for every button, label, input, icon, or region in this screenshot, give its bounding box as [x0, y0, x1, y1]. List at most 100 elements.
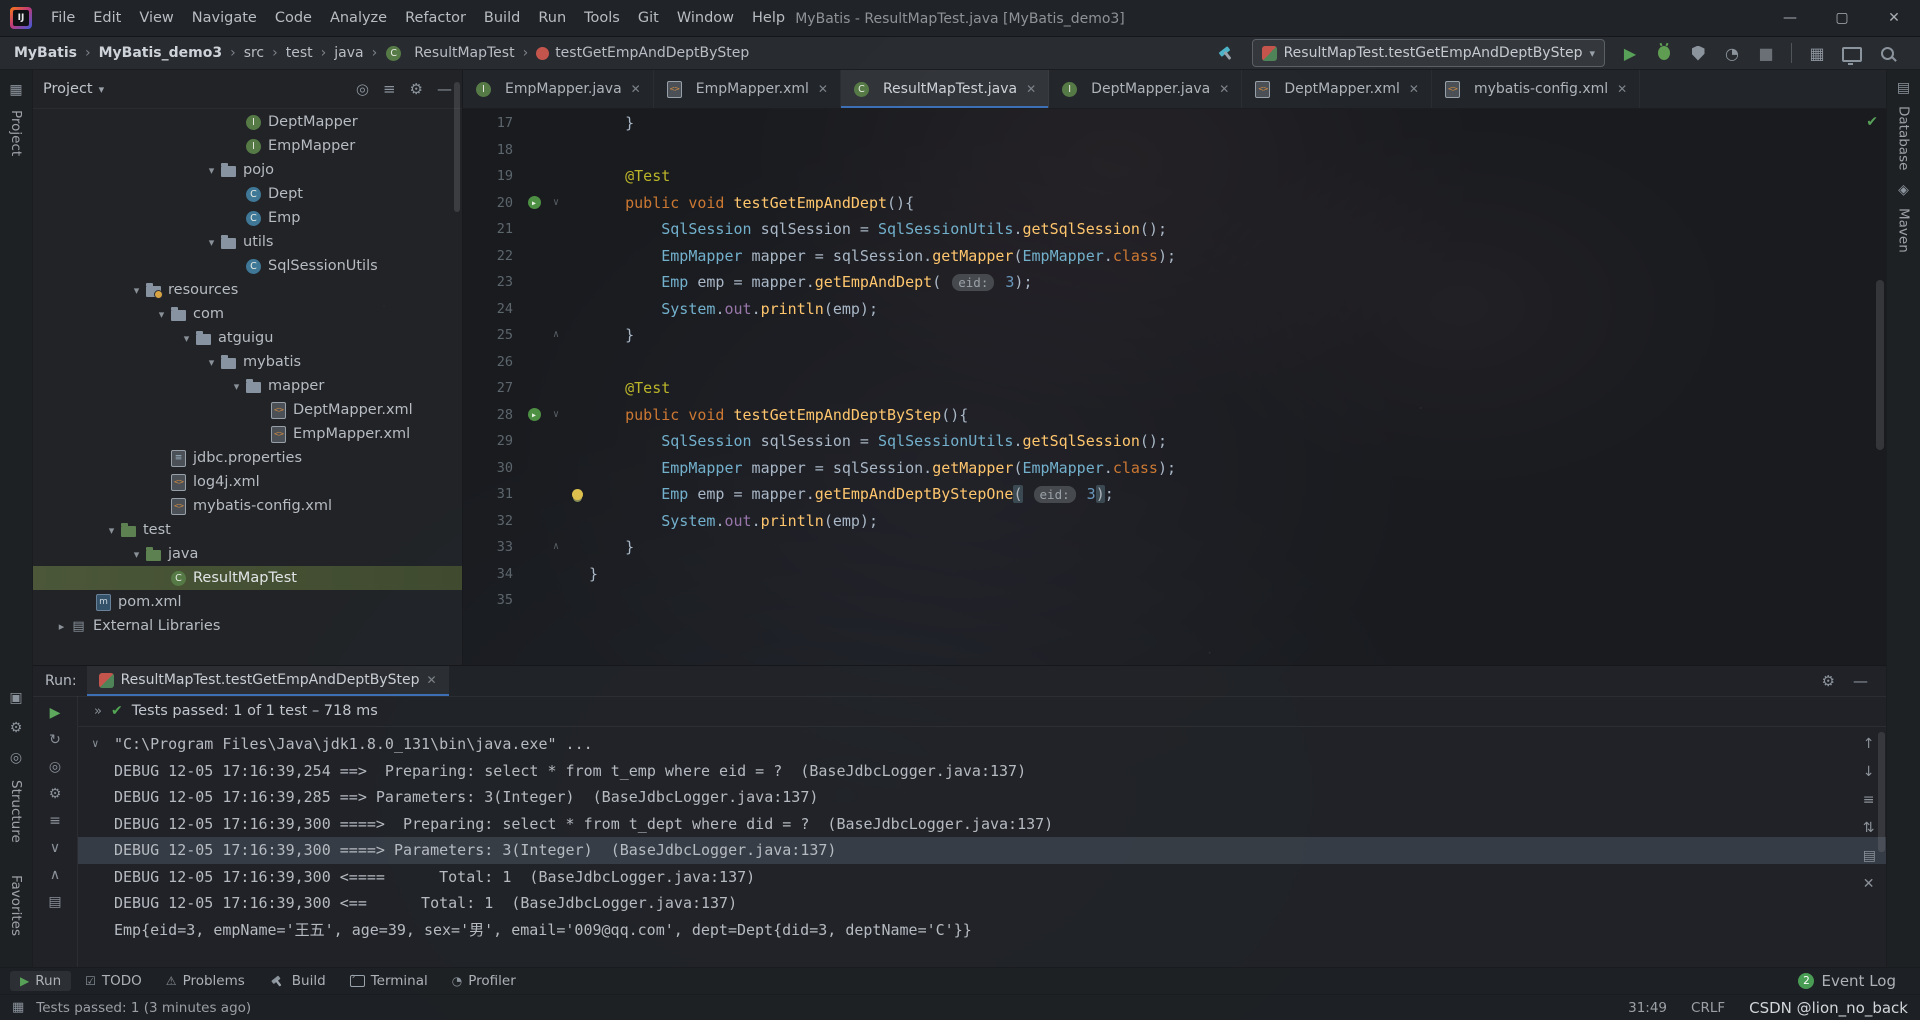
- code-line[interactable]: 23 Emp emp = mapper.getEmpAndDept( eid: …: [463, 269, 1886, 296]
- console-line[interactable]: DEBUG 12-05 17:16:39,300 <== Total: 1 (B…: [78, 890, 1886, 917]
- menu-item-view[interactable]: View: [130, 0, 182, 36]
- close-icon[interactable]: ✕: [1617, 82, 1627, 96]
- menu-item-code[interactable]: Code: [266, 0, 321, 36]
- project-toolwindow-icon[interactable]: ▦: [9, 82, 22, 98]
- close-icon[interactable]: ✕: [426, 673, 436, 687]
- scroll-to-end-button[interactable]: ↓: [1863, 764, 1876, 780]
- database-toolwindow-icon[interactable]: ▤: [1897, 80, 1910, 96]
- chevron-right-icon[interactable]: ▸: [53, 620, 70, 633]
- close-icon[interactable]: ✕: [631, 82, 641, 96]
- chevron-down-icon[interactable]: ▾: [178, 332, 195, 345]
- code-line[interactable]: 33∧ }: [463, 534, 1886, 561]
- menu-item-git[interactable]: Git: [629, 0, 668, 36]
- gear-icon[interactable]: ⚙: [1822, 672, 1835, 690]
- menu-item-analyze[interactable]: Analyze: [321, 0, 396, 36]
- snapshot-toolwindow-icon[interactable]: ◎: [10, 750, 22, 766]
- search-icon[interactable]: [1878, 43, 1896, 63]
- line-ending[interactable]: CRLF: [1691, 1000, 1725, 1016]
- clear-console-button[interactable]: ✕: [1863, 876, 1876, 892]
- code-line[interactable]: 20▶∨ public void testGetEmpAndDept(){: [463, 190, 1886, 217]
- run-test-gutter-icon[interactable]: ▶: [521, 190, 547, 217]
- tree-item-atguigu[interactable]: ▾atguigu: [33, 326, 462, 350]
- tree-item-pom-xml[interactable]: pom.xml: [33, 590, 462, 614]
- pin-tab-button[interactable]: ▤: [48, 893, 61, 911]
- code-line[interactable]: 29 SqlSession sqlSession = SqlSessionUti…: [463, 428, 1886, 455]
- tree-item-emp[interactable]: CEmp: [33, 206, 462, 230]
- profiler-button[interactable]: ◔: [1723, 43, 1741, 63]
- console-line[interactable]: DEBUG 12-05 17:16:39,300 ====> Preparing…: [78, 811, 1886, 838]
- code-line[interactable]: 27 @Test: [463, 375, 1886, 402]
- tab-empmapper-java[interactable]: IEmpMapper.java✕: [463, 70, 654, 108]
- fold-marker-icon[interactable]: ∧: [547, 322, 565, 349]
- print-button[interactable]: ▤: [1863, 848, 1876, 864]
- expand-all-button[interactable]: ∨: [50, 839, 60, 857]
- breadcrumb-item-java[interactable]: java: [334, 45, 363, 61]
- code-line[interactable]: 22 EmpMapper mapper = sqlSession.getMapp…: [463, 243, 1886, 270]
- fold-marker-icon[interactable]: ∧: [547, 534, 565, 561]
- coverage-button[interactable]: [1689, 43, 1707, 63]
- tree-item-dept[interactable]: CDept: [33, 182, 462, 206]
- toolwindow-button-problems[interactable]: ⚠Problems: [156, 971, 255, 991]
- tab-resultmaptest-java[interactable]: CResultMapTest.java✕: [841, 70, 1049, 108]
- scroll-tracking-button[interactable]: ⇅: [1863, 820, 1876, 836]
- project-panel-title[interactable]: Project ▾: [43, 81, 104, 97]
- scroll-to-top-button[interactable]: ↑: [1863, 736, 1876, 752]
- breadcrumb-item-resultmaptest[interactable]: CResultMapTest: [385, 45, 514, 61]
- code-line[interactable]: 19 @Test: [463, 163, 1886, 190]
- menu-item-help[interactable]: Help: [743, 0, 794, 36]
- run-tab[interactable]: ResultMapTest.testGetEmpAndDeptByStep ✕: [87, 666, 449, 696]
- sort-tests-button[interactable]: ≡: [49, 812, 61, 830]
- commit-toolwindow-icon[interactable]: ▣: [9, 690, 22, 706]
- toolwindow-button-build[interactable]: Build: [259, 971, 336, 991]
- caret-position[interactable]: 31:49: [1628, 1000, 1667, 1016]
- minimize-panel-icon[interactable]: —: [1853, 672, 1868, 690]
- menu-item-tools[interactable]: Tools: [575, 0, 629, 36]
- minimize-button[interactable]: —: [1764, 0, 1816, 36]
- close-icon[interactable]: ✕: [1026, 82, 1036, 96]
- breadcrumb-item-src[interactable]: src: [244, 45, 264, 61]
- tree-item-mybatis[interactable]: ▾mybatis: [33, 350, 462, 374]
- tree-item-mapper[interactable]: ▾mapper: [33, 374, 462, 398]
- breadcrumb-item-testgetempanddeptbystep[interactable]: testGetEmpAndDeptByStep: [536, 45, 749, 61]
- console-scrollbar[interactable]: [1878, 732, 1885, 852]
- run-config-selector[interactable]: ResultMapTest.testGetEmpAndDeptByStep ▾: [1252, 39, 1605, 67]
- menu-item-window[interactable]: Window: [668, 0, 743, 36]
- breadcrumb-item-test[interactable]: test: [286, 45, 313, 61]
- collapse-all-icon[interactable]: ≡: [383, 80, 396, 98]
- sidebar-item-maven[interactable]: Maven: [1896, 208, 1912, 253]
- close-icon[interactable]: ✕: [818, 82, 828, 96]
- collapse-all-button[interactable]: ∧: [50, 866, 60, 884]
- layout-grid-icon[interactable]: ▦: [1808, 43, 1826, 63]
- tree-item-com[interactable]: ▾com: [33, 302, 462, 326]
- tree-item-test[interactable]: ▾test: [33, 518, 462, 542]
- tree-item-jdbc-properties[interactable]: jdbc.properties: [33, 446, 462, 470]
- menu-item-navigate[interactable]: Navigate: [183, 0, 266, 36]
- chevron-down-icon[interactable]: ▾: [128, 548, 145, 561]
- chevron-down-icon[interactable]: ▾: [203, 164, 220, 177]
- menu-item-run[interactable]: Run: [529, 0, 575, 36]
- toolwindow-toggle-icon[interactable]: ▦: [12, 1000, 24, 1015]
- close-button[interactable]: ✕: [1868, 0, 1920, 36]
- debug-button[interactable]: [1655, 43, 1673, 63]
- tree-item-mybatis-config-xml[interactable]: mybatis-config.xml: [33, 494, 462, 518]
- fold-marker-icon[interactable]: ∨: [547, 402, 565, 429]
- code-line[interactable]: 31 Emp emp = mapper.getEmpAndDeptByStepO…: [463, 481, 1886, 508]
- event-log-button[interactable]: 2Event Log: [1798, 972, 1910, 990]
- tree-item-log4j-xml[interactable]: log4j.xml: [33, 470, 462, 494]
- maximize-button[interactable]: ▢: [1816, 0, 1868, 36]
- code-line[interactable]: 26: [463, 349, 1886, 376]
- chevron-down-icon[interactable]: ▾: [103, 524, 120, 537]
- menu-item-file[interactable]: File: [42, 0, 84, 36]
- close-icon[interactable]: ✕: [1409, 82, 1419, 96]
- tree-item-empmapper-xml[interactable]: EmpMapper.xml: [33, 422, 462, 446]
- tree-item-external-libraries[interactable]: ▸▤External Libraries: [33, 614, 462, 638]
- code-line[interactable]: 34}: [463, 561, 1886, 588]
- code-line[interactable]: 24 System.out.println(emp);: [463, 296, 1886, 323]
- tree-scrollbar[interactable]: [454, 82, 460, 212]
- breadcrumb-item-mybatis[interactable]: MyBatis: [14, 45, 77, 61]
- fold-marker-icon[interactable]: ∨: [547, 190, 565, 217]
- tree-item-deptmapper[interactable]: IDeptMapper: [33, 110, 462, 134]
- code-line[interactable]: 28▶∨ public void testGetEmpAndDeptByStep…: [463, 402, 1886, 429]
- tree-item-sqlsessionutils[interactable]: CSqlSessionUtils: [33, 254, 462, 278]
- code-editor[interactable]: 17 }1819 @Test20▶∨ public void testGetEm…: [463, 108, 1886, 665]
